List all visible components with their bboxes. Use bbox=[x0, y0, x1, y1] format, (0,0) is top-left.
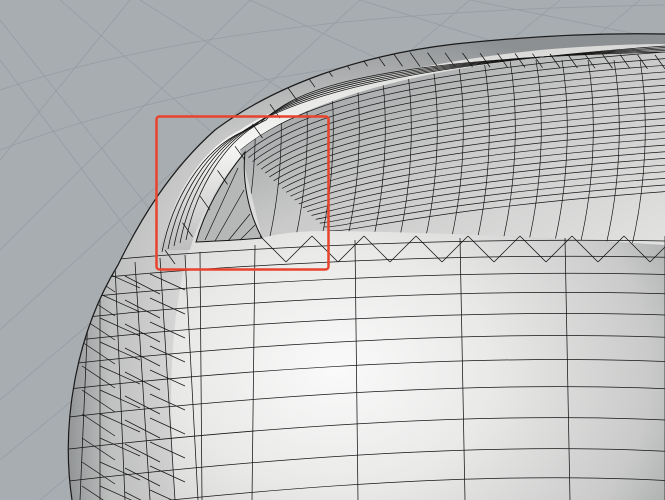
mesh-render-canvas[interactable] bbox=[0, 0, 665, 500]
3d-viewport[interactable] bbox=[0, 0, 665, 500]
